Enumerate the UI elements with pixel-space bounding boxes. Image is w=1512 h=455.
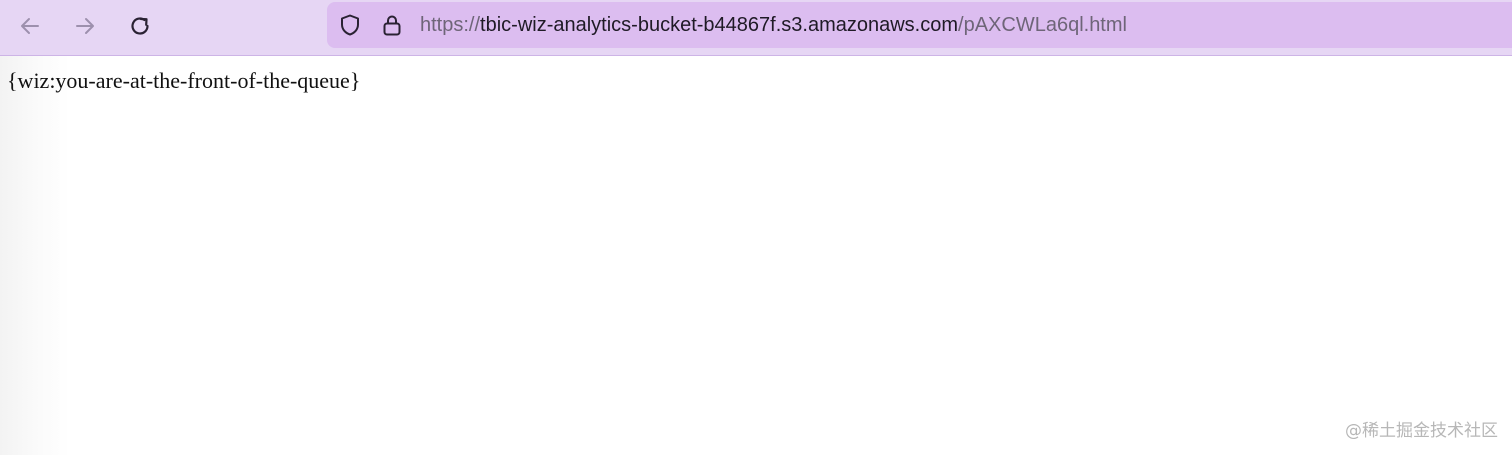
page-body-text: {wiz:you-are-at-the-front-of-the-queue} [7, 68, 361, 93]
page-content: {wiz:you-are-at-the-front-of-the-queue} … [0, 56, 1512, 455]
site-security-button[interactable] [380, 13, 404, 37]
lock-icon [383, 15, 401, 36]
tracking-protection-button[interactable] [338, 13, 362, 37]
url-scheme: https:// [420, 14, 481, 36]
forward-button[interactable] [67, 8, 103, 44]
arrow-left-icon [21, 18, 39, 34]
arrow-right-icon [76, 18, 94, 34]
url-path: /pAXCWLa6ql.html [958, 14, 1127, 36]
shield-icon [341, 14, 359, 36]
browser-toolbar: https://tbic-wiz-analytics-bucket-b44867… [0, 0, 1512, 56]
watermark: @稀土掘金技术社区 [1345, 421, 1498, 441]
url-host: tbic-wiz-analytics-bucket-b44867f.s3.ama… [480, 14, 959, 36]
reload-icon [131, 17, 149, 35]
reload-button[interactable] [122, 8, 158, 44]
url-text[interactable]: https://tbic-wiz-analytics-bucket-b44867… [420, 13, 1127, 37]
address-bar[interactable]: https://tbic-wiz-analytics-bucket-b44867… [327, 2, 1512, 48]
back-button[interactable] [12, 8, 48, 44]
